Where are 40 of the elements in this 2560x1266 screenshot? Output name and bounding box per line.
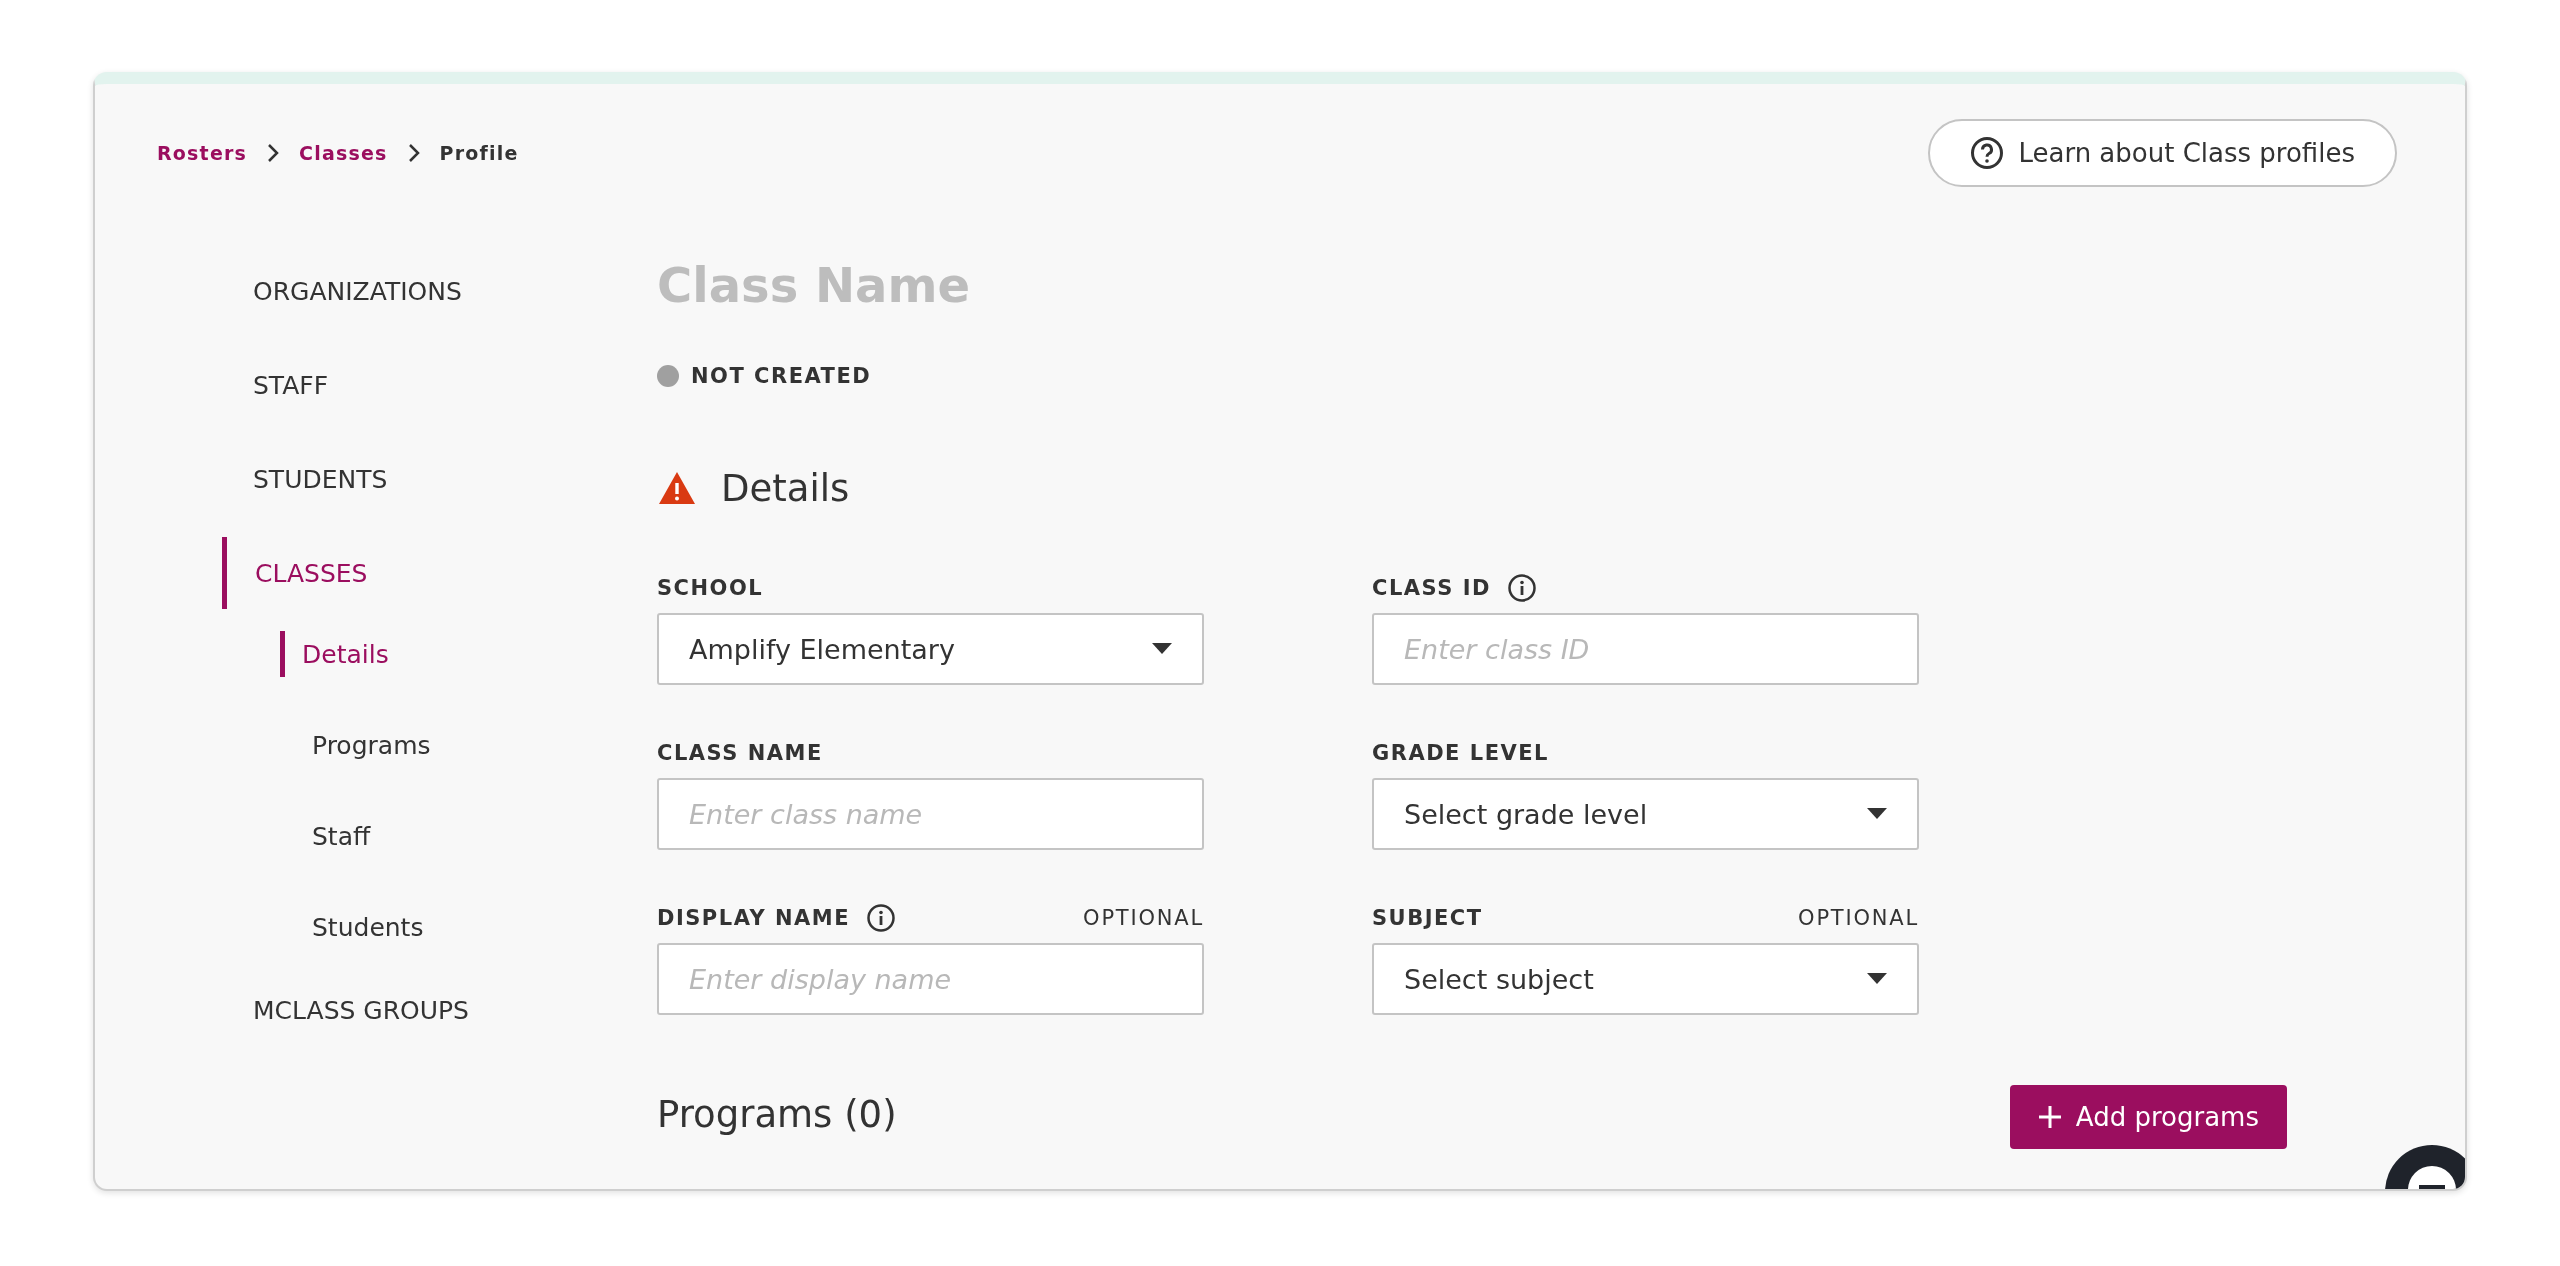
sidebar-item[interactable]: STUDENTS xyxy=(222,443,657,515)
sidebar-subitem[interactable]: Programs xyxy=(280,722,657,768)
optional-label: OPTIONAL xyxy=(1798,906,1919,930)
status-label: NOT CREATED xyxy=(691,364,872,388)
sidebar-item[interactable]: CLASSES xyxy=(222,537,657,609)
breadcrumb-link[interactable]: Classes xyxy=(299,142,388,164)
caret-icon xyxy=(1867,808,1887,820)
caret-icon xyxy=(1152,643,1172,655)
help-icon xyxy=(1970,136,2005,170)
section-title: Programs (0) xyxy=(657,1093,897,1136)
input-field[interactable]: Enter class ID xyxy=(1372,613,1919,685)
field-label: CLASS ID xyxy=(1372,576,1491,600)
sidebar-item[interactable]: ORGANIZATIONS xyxy=(222,255,657,327)
add-programs-button[interactable]: Add programs xyxy=(2009,1085,2287,1149)
sidebar-subitem[interactable]: Staff xyxy=(280,813,657,859)
sidebar-item[interactable]: MCLASS GROUPS xyxy=(222,974,657,1046)
breadcrumb-link[interactable]: Rosters xyxy=(157,142,248,164)
sidebar-subitem[interactable]: Students xyxy=(280,904,657,950)
select-field[interactable]: Amplify Elementary xyxy=(657,613,1204,685)
class-title: Class Name xyxy=(657,256,972,315)
chevron-right-icon xyxy=(267,143,280,163)
field-label: SUBJECT xyxy=(1372,906,1483,930)
chevron-right-icon xyxy=(407,143,420,163)
input-field[interactable]: Enter class name xyxy=(657,778,1204,850)
help-button[interactable]: Learn about Class profiles xyxy=(1928,119,2397,187)
select-field[interactable]: Select grade level xyxy=(1372,778,1919,850)
field-label: SCHOOL xyxy=(657,576,764,600)
plus-icon xyxy=(2037,1105,2062,1129)
field-label: DISPLAY NAME xyxy=(657,906,850,930)
field-label: GRADE LEVEL xyxy=(1372,741,1549,765)
section-title: Details xyxy=(721,466,850,510)
info-icon[interactable] xyxy=(866,903,896,933)
sidebar-item[interactable]: STAFF xyxy=(222,349,657,421)
field-label: CLASS NAME xyxy=(657,741,823,765)
input-field[interactable]: Enter display name xyxy=(657,943,1204,1015)
select-field[interactable]: Select subject xyxy=(1372,943,1919,1015)
info-icon[interactable] xyxy=(1506,573,1537,603)
breadcrumb-current: Profile xyxy=(439,142,519,164)
optional-label: OPTIONAL xyxy=(1083,906,1204,930)
caret-icon xyxy=(1867,973,1887,985)
